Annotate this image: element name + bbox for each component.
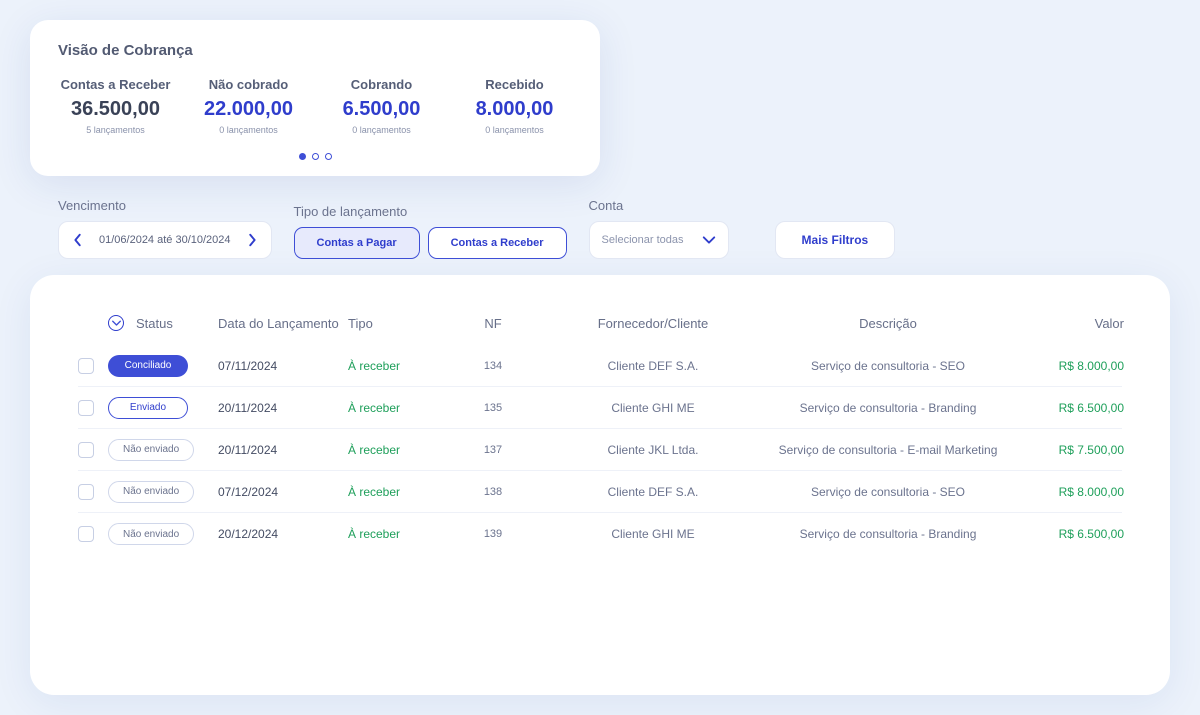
chevron-right-icon[interactable] (241, 229, 263, 251)
summary-item-value: 8.000,00 (457, 98, 572, 121)
summary-item-3: Recebido 8.000,00 0 lançamentos (457, 77, 572, 135)
status-badge[interactable]: Enviado (108, 397, 188, 419)
summary-item-sub: 0 lançamentos (457, 125, 572, 135)
row-checkbox[interactable] (78, 526, 94, 542)
summary-item-label: Recebido (457, 77, 572, 92)
chevron-left-icon[interactable] (67, 229, 89, 251)
tipo-segmented: Contas a Pagar Contas a Receber (294, 227, 567, 259)
row-checkbox[interactable] (78, 358, 94, 374)
row-tipo: À receber (348, 485, 448, 499)
table-body: Conciliado07/11/2024À receber134Cliente … (78, 345, 1122, 555)
summary-item-sub: 5 lançamentos (58, 125, 173, 135)
dot-3[interactable] (325, 153, 332, 160)
row-provider: Cliente DEF S.A. (538, 359, 768, 373)
row-tipo: À receber (348, 527, 448, 541)
table-row[interactable]: Não enviado 20/11/2024À receber137Cliente… (78, 429, 1122, 471)
dot-1[interactable] (299, 153, 306, 160)
row-nf: 134 (448, 360, 538, 372)
row-valor: R$ 6.500,00 (1008, 527, 1128, 541)
row-tipo: À receber (348, 401, 448, 415)
table-header: Status Data do Lançamento Tipo NF Fornec… (78, 315, 1122, 345)
row-provider: Cliente GHI ME (538, 401, 768, 415)
summary-item-label: Cobrando (324, 77, 439, 92)
th-provider: Fornecedor/Cliente (538, 316, 768, 331)
filter-date-group: Vencimento 01/06/2024 até 30/10/2024 (58, 198, 272, 259)
row-provider: Cliente JKL Ltda. (538, 443, 768, 457)
summary-row: Contas a Receber 36.500,00 5 lançamentos Nã… (58, 77, 572, 135)
row-desc: Serviço de consultoria - SEO (768, 485, 1008, 499)
summary-item-1: Não cobrado 22.000,00 0 lançamentos (191, 77, 306, 135)
th-nf: NF (448, 316, 538, 331)
date-range-picker[interactable]: 01/06/2024 até 30/10/2024 (58, 221, 272, 259)
row-date: 07/12/2024 (218, 485, 348, 499)
row-desc: Serviço de consultoria - Branding (768, 401, 1008, 415)
conta-select[interactable]: Selecionar todas (589, 221, 729, 259)
row-desc: Serviço de consultoria - E-mail Marketin… (768, 443, 1008, 457)
row-tipo: À receber (348, 359, 448, 373)
row-date: 20/12/2024 (218, 527, 348, 541)
summary-item-label: Contas a Receber (58, 77, 173, 92)
row-desc: Serviço de consultoria - SEO (768, 359, 1008, 373)
summary-item-value: 36.500,00 (58, 98, 173, 121)
transactions-table-card: Status Data do Lançamento Tipo NF Fornec… (30, 275, 1170, 695)
carousel-dots[interactable] (58, 153, 572, 160)
summary-item-0: Contas a Receber 36.500,00 5 lançamentos (58, 77, 173, 135)
row-provider: Cliente GHI ME (538, 527, 768, 541)
tipo-contas-a-pagar[interactable]: Contas a Pagar (294, 227, 420, 259)
summary-item-sub: 0 lançamentos (324, 125, 439, 135)
summary-title: Visão de Cobrança (58, 42, 572, 59)
filter-tipo-group: Tipo de lançamento Contas a Pagar Contas… (294, 204, 567, 259)
summary-item-value: 6.500,00 (324, 98, 439, 121)
status-badge[interactable]: Não enviado (108, 523, 194, 545)
row-desc: Serviço de consultoria - Branding (768, 527, 1008, 541)
chevron-down-icon (702, 232, 716, 248)
filter-tipo-label: Tipo de lançamento (294, 204, 567, 219)
row-valor: R$ 8.000,00 (1008, 485, 1128, 499)
row-checkbox[interactable] (78, 484, 94, 500)
row-valor: R$ 7.500,00 (1008, 443, 1128, 457)
more-filters-button[interactable]: Mais Filtros (775, 221, 896, 259)
filter-bar: Vencimento 01/06/2024 até 30/10/2024 Tip… (58, 198, 1200, 259)
filter-conta-label: Conta (589, 198, 729, 213)
status-badge[interactable]: Não enviado (108, 481, 194, 503)
th-status: Status (108, 315, 218, 331)
row-nf: 139 (448, 528, 538, 540)
filter-conta-group: Conta Selecionar todas (589, 198, 729, 259)
row-date: 07/11/2024 (218, 359, 348, 373)
row-date: 20/11/2024 (218, 401, 348, 415)
row-valor: R$ 8.000,00 (1008, 359, 1128, 373)
summary-item-sub: 0 lançamentos (191, 125, 306, 135)
row-date: 20/11/2024 (218, 443, 348, 457)
table-row[interactable]: Conciliado 07/11/2024À receber134Cliente … (78, 345, 1122, 387)
summary-item-value: 22.000,00 (191, 98, 306, 121)
th-tipo: Tipo (348, 316, 448, 331)
billing-summary-card: Visão de Cobrança Contas a Receber 36.500… (30, 20, 600, 176)
table-row[interactable]: Enviado 20/11/2024À receber135Cliente GHI… (78, 387, 1122, 429)
date-range-text: 01/06/2024 até 30/10/2024 (89, 234, 241, 246)
th-valor: Valor (1008, 316, 1128, 331)
row-provider: Cliente DEF S.A. (538, 485, 768, 499)
filter-date-label: Vencimento (58, 198, 272, 213)
tipo-contas-a-receber[interactable]: Contas a Receber (428, 227, 567, 259)
conta-placeholder: Selecionar todas (602, 234, 684, 246)
row-tipo: À receber (348, 443, 448, 457)
row-valor: R$ 6.500,00 (1008, 401, 1128, 415)
row-nf: 138 (448, 486, 538, 498)
expand-all-icon[interactable] (108, 315, 124, 331)
status-badge[interactable]: Conciliado (108, 355, 188, 377)
summary-item-label: Não cobrado (191, 77, 306, 92)
th-desc: Descrição (768, 316, 1008, 331)
row-checkbox[interactable] (78, 442, 94, 458)
row-nf: 135 (448, 402, 538, 414)
summary-item-2: Cobrando 6.500,00 0 lançamentos (324, 77, 439, 135)
table-row[interactable]: Não enviado 20/12/2024À receber139Cliente… (78, 513, 1122, 555)
dot-2[interactable] (312, 153, 319, 160)
row-checkbox[interactable] (78, 400, 94, 416)
status-badge[interactable]: Não enviado (108, 439, 194, 461)
th-data: Data do Lançamento (218, 316, 348, 331)
row-nf: 137 (448, 444, 538, 456)
table-row[interactable]: Não enviado 07/12/2024À receber138Cliente… (78, 471, 1122, 513)
